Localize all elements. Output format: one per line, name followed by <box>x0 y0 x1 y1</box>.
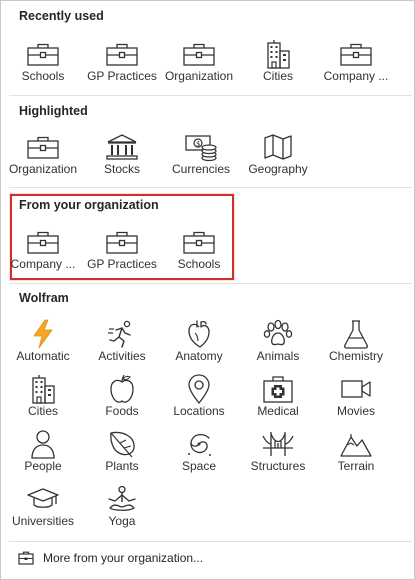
wolfram-tile-chemistry[interactable]: Chemistry <box>317 319 395 369</box>
bridge-icon <box>261 429 295 459</box>
briefcase-icon <box>26 39 60 69</box>
briefcase-icon <box>339 39 373 69</box>
highlighted-tile-currencies[interactable]: $ Currencies <box>162 132 240 182</box>
organization-tile-schools[interactable]: Schools <box>160 227 238 277</box>
divider <box>9 187 412 188</box>
currency-icon: $ <box>184 132 218 162</box>
more-from-organization-label: More from your organization... <box>43 551 204 565</box>
section-title-highlighted: Highlighted <box>19 104 88 118</box>
organization-tile-company[interactable]: Company ... <box>4 227 82 277</box>
wolfram-tile-locations[interactable]: Locations <box>160 374 238 424</box>
tile-label: Movies <box>336 404 375 418</box>
wolfram-tile-cities[interactable]: Cities <box>4 374 82 424</box>
highlighted-tile-stocks[interactable]: Stocks <box>83 132 161 182</box>
tile-label: Organization <box>164 69 234 83</box>
tile-label: GP Practices <box>87 69 157 83</box>
briefcase-icon <box>182 227 216 257</box>
graduation-cap-icon <box>26 484 60 514</box>
section-title-from-your-organization: From your organization <box>19 198 159 212</box>
tile-label: Locations <box>173 404 225 418</box>
yoga-icon <box>105 484 139 514</box>
tile-label: Terrain <box>337 459 375 473</box>
data-types-gallery: Recently used Schools GP Practices Organiz… <box>0 0 415 580</box>
briefcase-icon <box>105 39 139 69</box>
tile-label: Company ... <box>10 257 76 271</box>
highlighted-tile-geography[interactable]: Geography <box>239 132 317 182</box>
briefcase-small-icon <box>18 551 34 565</box>
divider <box>9 283 412 284</box>
more-from-organization-link[interactable]: More from your organization... <box>1 542 415 580</box>
city-building-icon <box>261 39 295 69</box>
bank-icon <box>105 132 139 162</box>
wolfram-tile-anatomy[interactable]: Anatomy <box>160 319 238 369</box>
briefcase-icon <box>105 227 139 257</box>
wolfram-tile-medical[interactable]: Medical <box>239 374 317 424</box>
tile-label: Chemistry <box>328 349 383 363</box>
wolfram-tile-movies[interactable]: Movies <box>317 374 395 424</box>
tile-label: People <box>24 459 62 473</box>
tile-label: Animals <box>256 349 300 363</box>
tile-label: Schools <box>177 257 221 271</box>
wolfram-tile-structures[interactable]: Structures <box>239 429 317 479</box>
wolfram-tile-yoga[interactable]: Yoga <box>83 484 161 534</box>
tile-label: Space <box>181 459 217 473</box>
recent-tile-gp-practices[interactable]: GP Practices <box>83 39 161 89</box>
highlighted-tile-organization[interactable]: Organization <box>4 132 82 182</box>
tile-label: Structures <box>250 459 306 473</box>
wolfram-tile-universities[interactable]: Universities <box>4 484 82 534</box>
tile-label: Cities <box>27 404 58 418</box>
tile-label: Stocks <box>103 162 140 176</box>
wolfram-tile-terrain[interactable]: Terrain <box>317 429 395 479</box>
wolfram-tile-people[interactable]: People <box>4 429 82 479</box>
wolfram-tile-space[interactable]: Space <box>160 429 238 479</box>
city-building-icon <box>26 374 60 404</box>
map-pin-icon <box>182 374 216 405</box>
svg-text:$: $ <box>196 140 200 148</box>
map-icon <box>261 132 295 162</box>
wolfram-tile-plants[interactable]: Plants <box>83 429 161 479</box>
briefcase-icon <box>182 39 216 69</box>
recent-tile-organization[interactable]: Organization <box>160 39 238 89</box>
tile-label: Yoga <box>108 514 136 528</box>
recent-tile-schools[interactable]: Schools <box>4 39 82 89</box>
flask-icon <box>339 319 373 349</box>
mountain-icon <box>339 429 373 459</box>
tile-label: Universities <box>11 514 74 528</box>
wolfram-tile-activities[interactable]: Activities <box>83 319 161 369</box>
leaf-icon <box>105 429 139 459</box>
tile-label: GP Practices <box>87 257 157 271</box>
section-title-wolfram: Wolfram <box>19 291 69 305</box>
galaxy-icon <box>182 429 216 459</box>
tile-label: Company ... <box>323 69 389 83</box>
apple-icon <box>105 374 139 404</box>
tile-label: Medical <box>257 404 299 418</box>
tile-label: Foods <box>105 404 139 418</box>
tile-label: Plants <box>105 459 139 473</box>
person-icon <box>26 429 60 459</box>
briefcase-icon <box>26 132 60 162</box>
recent-tile-company[interactable]: Company ... <box>317 39 395 89</box>
wolfram-tile-foods[interactable]: Foods <box>83 374 161 424</box>
paw-icon <box>261 319 295 349</box>
tile-label: Anatomy <box>175 349 223 363</box>
section-title-recently-used: Recently used <box>19 9 104 23</box>
wolfram-tile-automatic[interactable]: Automatic <box>4 319 82 369</box>
tile-label: Activities <box>98 349 146 363</box>
heart-icon <box>182 319 216 349</box>
divider <box>9 95 412 96</box>
tile-label: Cities <box>262 69 293 83</box>
tile-label: Geography <box>248 162 308 176</box>
briefcase-icon <box>26 227 60 257</box>
lightning-icon <box>26 319 60 349</box>
organization-tile-gp-practices[interactable]: GP Practices <box>83 227 161 277</box>
tile-label: Automatic <box>16 349 70 363</box>
wolfram-tile-animals[interactable]: Animals <box>239 319 317 369</box>
tile-label: Organization <box>8 162 78 176</box>
tile-label: Currencies <box>171 162 231 176</box>
recent-tile-cities[interactable]: Cities <box>239 39 317 89</box>
medical-kit-icon <box>261 374 295 404</box>
video-camera-icon <box>339 374 373 404</box>
runner-icon <box>105 319 139 349</box>
tile-label: Schools <box>21 69 65 83</box>
